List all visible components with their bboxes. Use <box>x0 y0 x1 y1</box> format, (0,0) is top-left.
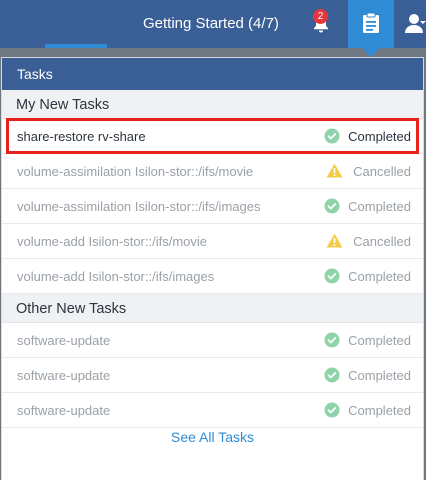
other-new-tasks-heading: Other New Tasks <box>2 294 423 323</box>
check-circle-icon <box>324 402 340 418</box>
task-name: software-update <box>17 368 111 383</box>
my-new-tasks-heading: My New Tasks <box>2 90 423 119</box>
task-row[interactable]: volume-assimilation Isilon-stor::/ifs/mo… <box>2 154 423 189</box>
task-row[interactable]: volume-assimilation Isilon-stor::/ifs/im… <box>2 189 423 224</box>
task-name: volume-add Isilon-stor::/ifs/images <box>17 269 215 284</box>
check-circle-icon <box>324 198 340 214</box>
user-icon[interactable] <box>405 12 426 34</box>
active-tab-indicator <box>45 44 107 48</box>
task-name: volume-assimilation Isilon-stor::/ifs/mo… <box>17 164 254 179</box>
task-name: software-update <box>17 333 111 348</box>
tasks-dropdown-pointer <box>361 47 381 57</box>
warning-icon <box>326 233 343 248</box>
top-navbar: Getting Started (4/7) 2 <box>0 0 426 57</box>
check-circle-icon <box>324 128 340 144</box>
tasks-button[interactable] <box>348 0 394 48</box>
task-name: software-update <box>17 403 111 418</box>
task-name: volume-assimilation Isilon-stor::/ifs/im… <box>17 199 261 214</box>
check-circle-icon <box>324 332 340 348</box>
task-row[interactable]: volume-add Isilon-stor::/ifs/movie Cance… <box>2 224 423 259</box>
task-status: Completed <box>348 333 411 348</box>
tasks-dropdown-panel: Tasks My New Tasks share-restore rv-shar… <box>1 57 424 480</box>
clipboard-icon <box>363 12 379 33</box>
task-status: Completed <box>348 199 411 214</box>
notification-badge: 2 <box>313 9 328 24</box>
task-name: share-restore rv-share <box>17 129 146 144</box>
task-name: volume-add Isilon-stor::/ifs/movie <box>17 234 208 249</box>
check-circle-icon <box>324 268 340 284</box>
task-status: Cancelled <box>353 164 411 179</box>
task-row[interactable]: share-restore rv-share Completed <box>2 118 423 154</box>
task-row[interactable]: volume-add Isilon-stor::/ifs/images Comp… <box>2 259 423 294</box>
task-status: Completed <box>348 403 411 418</box>
check-circle-icon <box>324 367 340 383</box>
task-row[interactable]: software-update Completed <box>2 393 423 428</box>
task-status: Completed <box>348 129 411 144</box>
task-status: Completed <box>348 269 411 284</box>
task-row[interactable]: software-update Completed <box>2 358 423 393</box>
see-all-tasks-link[interactable]: See All Tasks <box>2 429 423 445</box>
task-status: Completed <box>348 368 411 383</box>
task-row[interactable]: software-update Completed <box>2 323 423 358</box>
getting-started-link[interactable]: Getting Started (4/7) <box>143 15 279 32</box>
task-status: Cancelled <box>353 234 411 249</box>
warning-icon <box>326 163 343 178</box>
panel-title: Tasks <box>2 58 423 90</box>
